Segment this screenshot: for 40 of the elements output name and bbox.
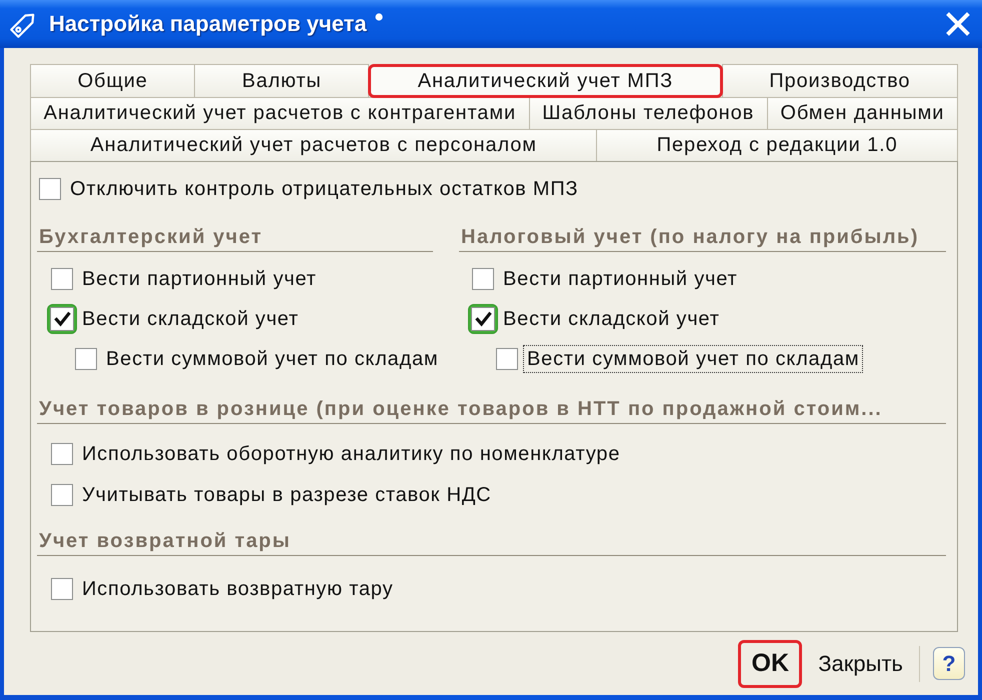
tab[interactable]: Валюты — [194, 64, 370, 98]
option-label[interactable]: Вести суммовой учет по складам — [102, 345, 442, 373]
checkbox[interactable] — [47, 304, 77, 334]
check-icon — [54, 310, 70, 328]
option-label[interactable]: Использовать оборотную аналитику по номенклатуре — [78, 440, 624, 468]
checkbox[interactable] — [51, 443, 73, 465]
section-heading: Налоговый учет (по налогу на прибыль) — [461, 225, 920, 249]
tab[interactable]: Аналитический учет расчетов с контрагентами — [30, 97, 530, 130]
tab[interactable]: Обмен данными — [766, 97, 958, 130]
tab[interactable]: Переход с редакции 1.0 — [596, 129, 958, 162]
checkbox[interactable] — [51, 578, 73, 600]
check-icon — [474, 310, 492, 328]
option-label[interactable]: Вести партионный учет — [78, 265, 320, 293]
tab[interactable]: Аналитический учет расчетов с персоналом — [30, 129, 598, 162]
checkbox[interactable] — [468, 304, 498, 334]
option-label[interactable]: Вести складской учет — [499, 305, 724, 333]
tab[interactable]: Шаблоны телефонов — [528, 97, 768, 130]
option-label[interactable]: Вести складской учет — [78, 305, 303, 333]
tab[interactable]: Производство — [722, 64, 958, 98]
ok-button[interactable]: OK — [738, 640, 802, 688]
section-heading: Учет возвратной тары — [39, 529, 291, 553]
tab[interactable]: Общие — [30, 64, 196, 98]
section-heading: Бухгалтерский учет — [39, 225, 263, 249]
checkbox[interactable] — [39, 178, 61, 200]
option-label[interactable]: Вести суммовой учет по складам — [523, 345, 864, 373]
checkbox[interactable] — [75, 348, 97, 370]
checkbox[interactable] — [472, 268, 494, 290]
checkbox[interactable] — [496, 348, 518, 370]
option-label[interactable]: Отключить контроль отрицательных остатков МПЗ — [66, 175, 582, 203]
help-button[interactable]: ? — [933, 647, 965, 680]
close-icon[interactable] — [946, 12, 970, 36]
close-button[interactable]: Закрыть — [815, 644, 906, 684]
option-label[interactable]: Использовать возвратную тару — [78, 575, 398, 603]
section-heading: Учет товаров в рознице (при оценке товаров в НТТ по продажной стоим... — [39, 397, 882, 421]
option-label[interactable]: Учитывать товары в разрезе ставок НДС — [78, 481, 496, 509]
checkbox[interactable] — [51, 484, 73, 506]
option-label[interactable]: Вести партионный учет — [499, 265, 742, 293]
checkbox[interactable] — [51, 268, 73, 290]
tab[interactable]: Аналитический учет МПЗ — [368, 64, 723, 98]
window-title: Настройка параметров учета — [49, 11, 367, 37]
